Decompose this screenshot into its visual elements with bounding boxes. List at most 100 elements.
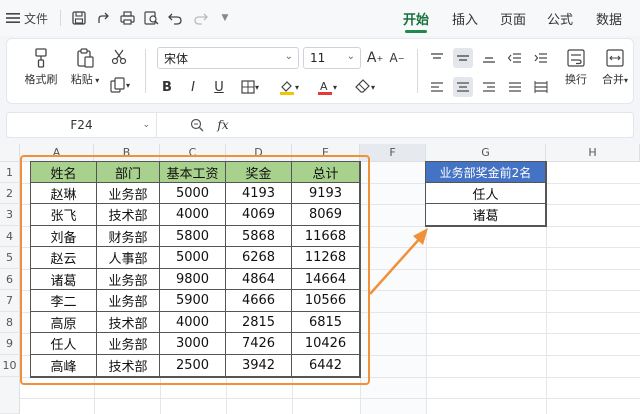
- distributed-align-icon[interactable]: [531, 77, 551, 97]
- table-cell[interactable]: 张飞: [31, 204, 97, 226]
- row-header[interactable]: 1: [0, 162, 20, 183]
- table-cell[interactable]: 4000: [160, 312, 226, 333]
- align-center-icon[interactable]: [453, 77, 473, 97]
- clear-format-icon[interactable]: ▾: [349, 77, 381, 97]
- table-cell[interactable]: 李二: [31, 290, 97, 312]
- table-cell[interactable]: 4000: [160, 204, 226, 226]
- bold-icon[interactable]: B: [157, 77, 177, 97]
- table-cell[interactable]: 高峰: [31, 355, 97, 377]
- table-cell[interactable]: 14664: [292, 269, 360, 290]
- table-cell[interactable]: 4864: [226, 269, 292, 290]
- name-box[interactable]: F24 ⌄: [7, 113, 157, 137]
- table-header-cell[interactable]: 奖金: [226, 162, 292, 183]
- font-name-select[interactable]: 宋体 ⌄: [157, 47, 299, 69]
- row-header[interactable]: 6: [0, 269, 20, 290]
- wrap-text-button[interactable]: 换行: [559, 45, 593, 87]
- select-all-corner[interactable]: [0, 144, 20, 162]
- quick-access-dropdown-icon[interactable]: ▼: [218, 9, 232, 27]
- share-icon[interactable]: [94, 9, 112, 27]
- column-header-h[interactable]: H: [546, 144, 640, 162]
- table-cell[interactable]: 11668: [292, 226, 360, 247]
- table-header-cell[interactable]: 基本工资: [160, 162, 226, 183]
- table-cell[interactable]: 高原: [31, 312, 97, 333]
- decrease-indent-icon[interactable]: [505, 48, 525, 68]
- table-cell[interactable]: 技术部: [97, 355, 160, 377]
- font-size-select[interactable]: 11 ⌄: [303, 47, 361, 69]
- decrease-font-size-icon[interactable]: A −: [387, 48, 407, 68]
- row-header[interactable]: 5: [0, 247, 20, 269]
- increase-indent-icon[interactable]: [531, 48, 551, 68]
- table-cell[interactable]: 业务部: [97, 183, 160, 204]
- table-cell[interactable]: 5900: [160, 290, 226, 312]
- table-cell[interactable]: 10426: [292, 333, 360, 355]
- table-cell[interactable]: 11268: [292, 247, 360, 269]
- table-cell[interactable]: 业务部: [97, 290, 160, 312]
- table-cell[interactable]: 4666: [226, 290, 292, 312]
- table-cell[interactable]: 6268: [226, 247, 292, 269]
- row-header[interactable]: 10: [0, 355, 20, 377]
- table-cell[interactable]: 技术部: [97, 204, 160, 226]
- table-cell[interactable]: 3000: [160, 333, 226, 355]
- table-cell[interactable]: 业务部: [97, 269, 160, 290]
- column-header-g[interactable]: G: [426, 144, 546, 162]
- table-header-cell[interactable]: 总计: [292, 162, 360, 183]
- column-header-c[interactable]: C: [160, 144, 226, 162]
- table-cell[interactable]: 任人: [31, 333, 97, 355]
- table-cell[interactable]: 6815: [292, 312, 360, 333]
- row-header[interactable]: 3: [0, 204, 20, 226]
- tab-insert[interactable]: 插入: [452, 0, 478, 36]
- justify-icon[interactable]: [505, 77, 525, 97]
- table-cell[interactable]: 8069: [292, 204, 360, 226]
- table-cell[interactable]: 5800: [160, 226, 226, 247]
- fx-icon[interactable]: fx: [213, 115, 233, 135]
- table-cell[interactable]: 2500: [160, 355, 226, 377]
- table-cell[interactable]: 刘备: [31, 226, 97, 247]
- italic-icon[interactable]: I: [183, 77, 203, 97]
- copy-icon[interactable]: ▾: [107, 75, 133, 95]
- tab-page[interactable]: 页面: [500, 0, 526, 36]
- formula-input[interactable]: [243, 113, 633, 137]
- result-header-cell[interactable]: 业务部奖金前2名: [426, 162, 546, 183]
- row-header[interactable]: 2: [0, 183, 20, 204]
- result-cell[interactable]: 任人: [426, 183, 546, 204]
- border-icon[interactable]: ▾: [235, 77, 265, 97]
- table-header-cell[interactable]: 姓名: [31, 162, 97, 183]
- table-cell[interactable]: 10566: [292, 290, 360, 312]
- table-cell[interactable]: 技术部: [97, 312, 160, 333]
- table-cell[interactable]: 9800: [160, 269, 226, 290]
- column-header-a[interactable]: A: [20, 144, 94, 162]
- print-preview-icon[interactable]: [142, 9, 160, 27]
- table-cell[interactable]: 3942: [226, 355, 292, 377]
- align-left-icon[interactable]: [427, 77, 447, 97]
- table-cell[interactable]: 9193: [292, 183, 360, 204]
- align-right-icon[interactable]: [479, 77, 499, 97]
- table-cell[interactable]: 赵琳: [31, 183, 97, 204]
- row-header[interactable]: 9: [0, 333, 20, 355]
- zoom-search-icon[interactable]: [187, 115, 207, 135]
- font-color-icon[interactable]: A ▾: [311, 77, 343, 97]
- table-cell[interactable]: 4193: [226, 183, 292, 204]
- table-cell[interactable]: 7426: [226, 333, 292, 355]
- table-cell[interactable]: 6442: [292, 355, 360, 377]
- redo-icon[interactable]: [192, 9, 210, 27]
- fill-color-icon[interactable]: ▾: [273, 77, 305, 97]
- paste-dropdown-icon[interactable]: ▾: [93, 76, 99, 85]
- scissors-icon[interactable]: [109, 47, 129, 67]
- increase-font-size-icon[interactable]: A +: [365, 48, 385, 68]
- table-header-cell[interactable]: 部门: [97, 162, 160, 183]
- undo-icon[interactable]: [166, 9, 184, 27]
- table-cell[interactable]: 5868: [226, 226, 292, 247]
- align-middle-icon[interactable]: [453, 48, 473, 68]
- tab-formula[interactable]: 公式: [547, 0, 573, 36]
- column-header-d[interactable]: D: [226, 144, 292, 162]
- column-header-e[interactable]: E: [292, 144, 360, 162]
- file-menu[interactable]: 文件: [24, 10, 48, 26]
- table-cell[interactable]: 业务部: [97, 333, 160, 355]
- merge-button[interactable]: 合并▾: [597, 45, 633, 87]
- align-bottom-icon[interactable]: [479, 48, 499, 68]
- table-cell[interactable]: 人事部: [97, 247, 160, 269]
- row-header[interactable]: 4: [0, 226, 20, 247]
- print-icon[interactable]: [118, 9, 136, 27]
- column-header-f[interactable]: F: [360, 144, 426, 162]
- hamburger-menu-icon[interactable]: [6, 10, 20, 26]
